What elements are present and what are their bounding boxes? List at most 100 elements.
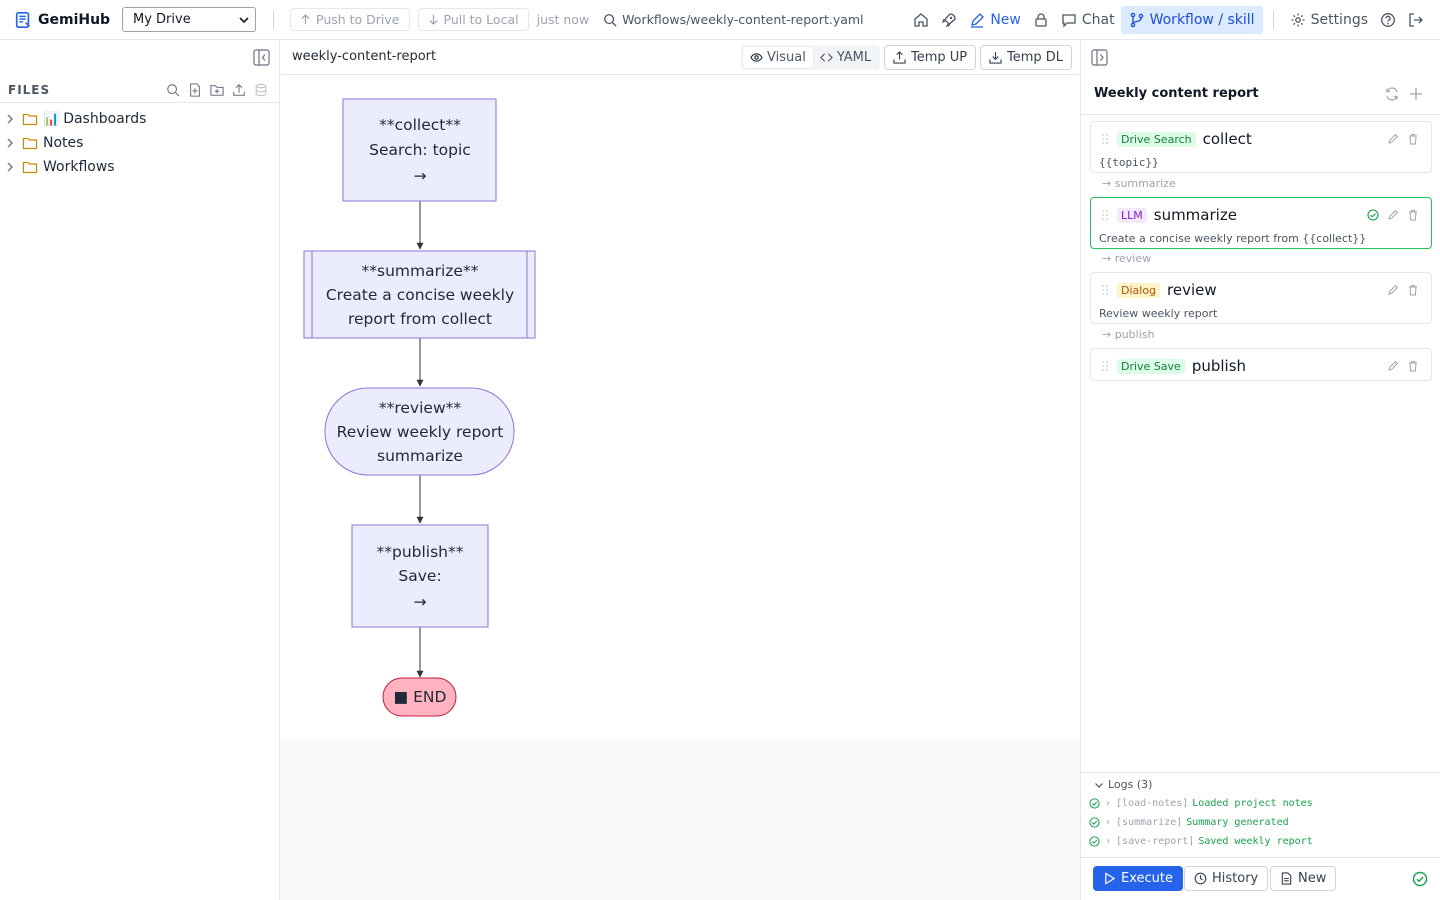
toolbar-divider xyxy=(1272,11,1274,29)
diagram-node-publish[interactable]: **publish** Save: → xyxy=(351,524,489,628)
logout-button[interactable] xyxy=(1402,6,1430,34)
delete-node-button[interactable] xyxy=(1403,283,1423,297)
files-divider xyxy=(0,102,279,103)
diagram-node-collect[interactable]: **collect** Search: topic → xyxy=(342,98,497,202)
diagram-node-end[interactable]: ■ END xyxy=(382,677,457,717)
temp-download-button[interactable]: Temp DL xyxy=(980,45,1073,70)
chevron-down-icon xyxy=(1095,782,1103,788)
lock-button[interactable] xyxy=(1027,6,1055,34)
expand-arrow-icon: › xyxy=(1105,817,1112,828)
node-card-publish[interactable]: Drive Save publish xyxy=(1090,348,1432,381)
trash-icon xyxy=(1409,210,1417,221)
settings-button[interactable]: Settings xyxy=(1284,6,1374,34)
trash-icon xyxy=(1409,361,1417,372)
settings-label: Settings xyxy=(1310,12,1368,28)
diagram-node-review[interactable]: **review** Review weekly report summariz… xyxy=(324,387,515,476)
editor-title: weekly-content-report xyxy=(292,49,437,64)
upload-button[interactable] xyxy=(228,81,250,99)
plus-icon xyxy=(1410,88,1422,100)
edit-node-button[interactable] xyxy=(1383,359,1403,373)
node-status-ok xyxy=(1363,208,1383,222)
node-name: collect xyxy=(1202,130,1252,148)
diagram-node-summarize[interactable]: **summarize** Create a concise weekly re… xyxy=(303,250,536,339)
node-type-badge: Drive Search xyxy=(1117,131,1196,147)
log-tag: [summarize] xyxy=(1116,817,1183,828)
file-path-search[interactable]: Workflows/weekly-content-report.yaml xyxy=(603,12,864,27)
new-folder-button[interactable] xyxy=(206,81,228,99)
edit-node-button[interactable] xyxy=(1383,132,1403,146)
node-card-review[interactable]: Dialog review Review weekly report xyxy=(1090,272,1432,324)
visual-view-button[interactable]: Visual xyxy=(743,47,813,68)
logs-divider xyxy=(1081,772,1440,773)
home-button[interactable] xyxy=(907,6,935,34)
deploy-button[interactable] xyxy=(935,6,963,34)
temp-upload-button[interactable]: Temp UP xyxy=(884,45,977,70)
collapse-panel-icon[interactable] xyxy=(1091,49,1108,66)
drive-select[interactable]: My Drive xyxy=(122,7,256,32)
push-to-drive-button[interactable]: Push to Drive xyxy=(290,8,410,31)
log-message: Saved weekly report xyxy=(1198,836,1313,847)
view-toggle: Visual YAML xyxy=(741,45,881,70)
workflow-tools xyxy=(1380,84,1428,104)
new-workflow-button[interactable]: New xyxy=(1270,866,1337,891)
node-next-label: → publish xyxy=(1102,328,1155,341)
chevron-right-icon xyxy=(7,114,13,124)
new-file-tool-button[interactable] xyxy=(184,81,206,99)
chevron-down-icon xyxy=(239,16,249,23)
collapse-sidebar-icon[interactable] xyxy=(253,49,270,66)
drag-handle-icon[interactable] xyxy=(1101,209,1109,221)
tree-item-label: Notes xyxy=(43,135,84,151)
refresh-button[interactable] xyxy=(1380,84,1404,104)
drag-handle-icon[interactable] xyxy=(1101,284,1109,296)
new-file-button[interactable]: New xyxy=(963,6,1027,34)
download-icon xyxy=(989,51,1002,64)
refresh-icon xyxy=(1386,87,1398,101)
editor-header: weekly-content-report Visual YAML Temp U… xyxy=(280,40,1080,75)
node-actions xyxy=(1383,359,1423,373)
node-card-collect[interactable]: Drive Search collect {{topic}} xyxy=(1090,121,1432,173)
sync-status: just now xyxy=(536,12,590,27)
help-button[interactable] xyxy=(1374,6,1402,34)
editor-empty-area xyxy=(280,740,1080,900)
delete-node-button[interactable] xyxy=(1403,208,1423,222)
lock-icon xyxy=(1035,13,1047,27)
drag-handle-icon[interactable] xyxy=(1101,133,1109,145)
yaml-view-label: YAML xyxy=(836,50,872,65)
workflow-skill-button[interactable]: Workflow / skill xyxy=(1120,6,1263,34)
log-line[interactable]: › [save-report] Saved weekly report xyxy=(1089,836,1313,847)
workflow-skill-label: Workflow / skill xyxy=(1149,12,1255,28)
git-branch-icon xyxy=(1130,12,1143,28)
pencil-icon xyxy=(971,13,985,28)
log-line[interactable]: › [summarize] Summary generated xyxy=(1089,817,1289,828)
pull-to-local-button[interactable]: Pull to Local xyxy=(417,8,529,31)
delete-node-button[interactable] xyxy=(1403,132,1423,146)
tree-item-workflows[interactable]: Workflows xyxy=(4,155,146,179)
panel-divider xyxy=(1081,114,1440,115)
node-line: → xyxy=(414,167,427,185)
brand[interactable]: GemiHub xyxy=(14,11,118,29)
yaml-view-button[interactable]: YAML xyxy=(813,47,878,68)
logs-toggle[interactable]: Logs (3) xyxy=(1094,778,1152,791)
new-workflow-label: New xyxy=(1298,871,1327,886)
log-line[interactable]: › [load-notes] Loaded project notes xyxy=(1089,798,1313,809)
add-node-button[interactable] xyxy=(1404,84,1428,104)
edit-node-button[interactable] xyxy=(1383,283,1403,297)
file-plus-icon xyxy=(190,83,200,97)
history-button[interactable]: History xyxy=(1184,866,1269,891)
help-circle-icon xyxy=(1381,13,1395,27)
tree-item-notes[interactable]: Notes xyxy=(4,131,146,155)
edit-node-button[interactable] xyxy=(1383,208,1403,222)
play-icon xyxy=(1105,872,1116,885)
execute-button[interactable]: Execute xyxy=(1093,866,1183,891)
tree-item-dashboards[interactable]: 📊 Dashboards xyxy=(4,107,146,131)
delete-node-button[interactable] xyxy=(1403,359,1423,373)
search-files-button[interactable] xyxy=(162,81,184,99)
pencil-icon xyxy=(1388,209,1399,220)
drag-handle-icon[interactable] xyxy=(1101,360,1109,372)
storage-button[interactable] xyxy=(250,81,272,99)
logs-title: Logs (3) xyxy=(1108,778,1153,791)
chat-button[interactable]: Chat xyxy=(1055,6,1121,34)
top-actions: New Chat Workflow / skill Settings xyxy=(907,0,1440,40)
log-message: Loaded project notes xyxy=(1192,798,1313,809)
node-card-summarize[interactable]: LLM summarize Create a concise weekly re… xyxy=(1090,197,1432,249)
